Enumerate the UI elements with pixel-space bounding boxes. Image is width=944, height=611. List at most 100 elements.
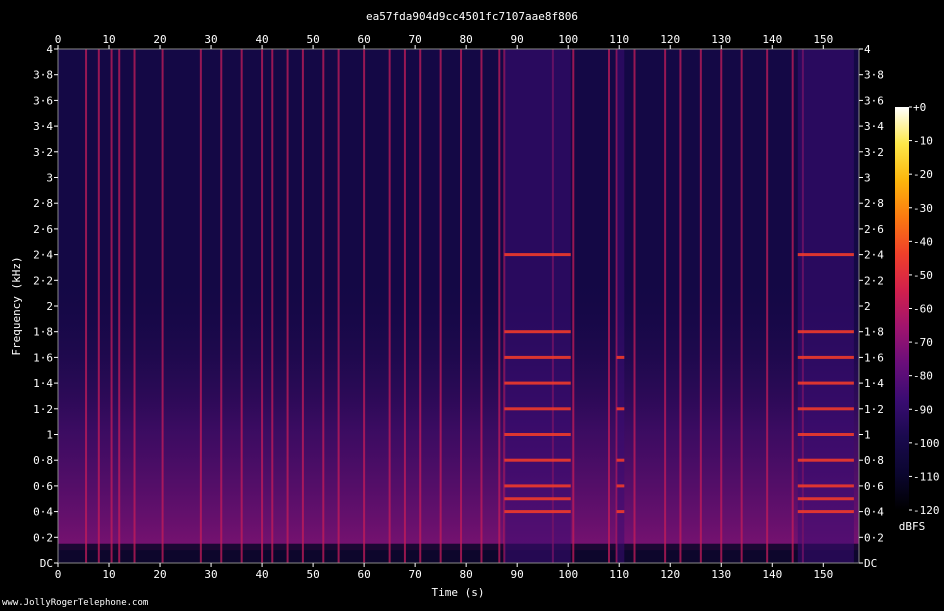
y-tick-label-right: 2·6 — [864, 223, 884, 236]
transient-event — [740, 49, 743, 563]
tonal-line — [504, 497, 571, 501]
transient-event — [572, 49, 575, 563]
colorbar-tick-label: -110 — [913, 470, 940, 483]
x-tick-label-top: 20 — [153, 33, 166, 46]
x-tick-label-top: 90 — [511, 33, 524, 46]
x-tick-label-top: 150 — [813, 33, 833, 46]
tonal-line — [797, 253, 854, 257]
x-tick-label-top: 100 — [558, 33, 578, 46]
tonal-line — [616, 407, 625, 411]
x-tick-label-bottom: 20 — [153, 568, 166, 581]
y-tick-label-right: DC — [864, 557, 877, 570]
y-tick-label-right: 1·6 — [864, 351, 884, 364]
y-tick-label-left: 1·6 — [33, 351, 53, 364]
transient-event — [633, 49, 636, 563]
transient-event — [363, 49, 366, 563]
x-tick-label-top: 0 — [55, 33, 62, 46]
tonal-line — [797, 510, 854, 514]
tonal-line — [504, 253, 571, 257]
x-tick-label-bottom: 60 — [357, 568, 370, 581]
y-tick-label-right: 3·4 — [864, 120, 884, 133]
x-tick-label-top: 60 — [357, 33, 370, 46]
dc-band — [58, 543, 859, 563]
x-tick-label-bottom: 120 — [660, 568, 680, 581]
transient-event — [439, 49, 442, 563]
spectrogram-chart: 0010102020303040405050606070708080909010… — [10, 33, 940, 599]
x-tick-label-top: 50 — [306, 33, 319, 46]
x-tick-label-bottom: 80 — [460, 568, 473, 581]
x-axis-label: Time (s) — [432, 586, 485, 599]
transient-event — [419, 49, 422, 563]
y-tick-label-right: 1·2 — [864, 403, 884, 416]
y-tick-label-right: 2·2 — [864, 274, 884, 287]
tonal-line — [616, 484, 625, 488]
y-tick-label-left: 4 — [46, 43, 53, 56]
transient-event — [679, 49, 682, 563]
colorbar-tick-label: -90 — [913, 403, 933, 416]
tonal-line — [797, 330, 854, 334]
x-tick-label-bottom: 90 — [511, 568, 524, 581]
x-tick-label-bottom: 10 — [102, 568, 115, 581]
x-tick-label-bottom: 40 — [255, 568, 268, 581]
transient-event — [460, 49, 463, 563]
transient-event — [110, 49, 113, 563]
tonal-line — [797, 484, 854, 488]
y-tick-label-left: 1 — [46, 429, 53, 442]
transient-event — [261, 49, 264, 563]
colorbar-label: dBFS — [899, 520, 926, 533]
x-tick-label-top: 30 — [204, 33, 217, 46]
colorbar-tick-label: -20 — [913, 168, 933, 181]
x-tick-label-bottom: 140 — [762, 568, 782, 581]
transient-event — [301, 49, 304, 563]
transient-event — [220, 49, 223, 563]
transient-event — [480, 49, 483, 563]
colorbar-tick-label: -80 — [913, 370, 933, 383]
x-tick-label-top: 120 — [660, 33, 680, 46]
y-tick-label-right: 3·8 — [864, 69, 884, 82]
tonal-line — [504, 381, 571, 385]
tonal-line — [504, 355, 571, 359]
y-tick-label-left: 2·8 — [33, 197, 53, 210]
x-tick-label-top: 110 — [609, 33, 629, 46]
y-tick-label-left: 3·8 — [33, 69, 53, 82]
x-tick-label-bottom: 100 — [558, 568, 578, 581]
y-axis-label: Frequency (kHz) — [10, 256, 23, 355]
transient-event — [766, 49, 769, 563]
y-tick-label-left: 3·6 — [33, 94, 53, 107]
transient-event — [498, 49, 501, 563]
transient-event — [97, 49, 100, 563]
footer-credit: www.JollyRogerTelephone.com — [2, 598, 149, 608]
colorbar-tick-label: -40 — [913, 235, 933, 248]
y-tick-label-right: 1 — [864, 429, 871, 442]
colorbar-tick-label: -50 — [913, 269, 933, 282]
tonal-line — [504, 510, 571, 514]
y-tick-label-right: 1·8 — [864, 326, 884, 339]
transient-event — [118, 49, 121, 563]
x-tick-label-top: 80 — [460, 33, 473, 46]
tonal-line — [797, 407, 854, 411]
tonal-line — [616, 355, 625, 359]
y-tick-label-right: 0·8 — [864, 454, 884, 467]
colorbar: +0 -10 -20 -30 -40 -50 -60 -70 -80 -90 -100 -110 -12… — [895, 101, 940, 517]
y-tick-label-left: 3 — [46, 172, 53, 185]
tonal-line — [797, 381, 854, 385]
x-tick-label-top: 130 — [711, 33, 731, 46]
x-tick-label-bottom: 50 — [306, 568, 319, 581]
y-tick-label-left: 1·4 — [33, 377, 53, 390]
transient-event — [664, 49, 667, 563]
tonal-line — [616, 458, 625, 462]
transient-event — [322, 49, 325, 563]
tonal-line — [504, 458, 571, 462]
low-frequency-energy — [58, 280, 859, 551]
y-tick-label-right: 3 — [864, 172, 871, 185]
tonal-line — [797, 355, 854, 359]
y-tick-label-left: 2·6 — [33, 223, 53, 236]
transient-event — [199, 49, 202, 563]
transient-event — [720, 49, 723, 563]
tonal-line — [797, 433, 854, 436]
colorbar-tick-label: +0 — [913, 101, 926, 114]
transient-event — [791, 49, 794, 563]
y-tick-label-left: 0·2 — [33, 531, 53, 544]
colorbar-tick-label: -70 — [913, 336, 933, 349]
y-tick-label-left: 3·2 — [33, 146, 53, 159]
